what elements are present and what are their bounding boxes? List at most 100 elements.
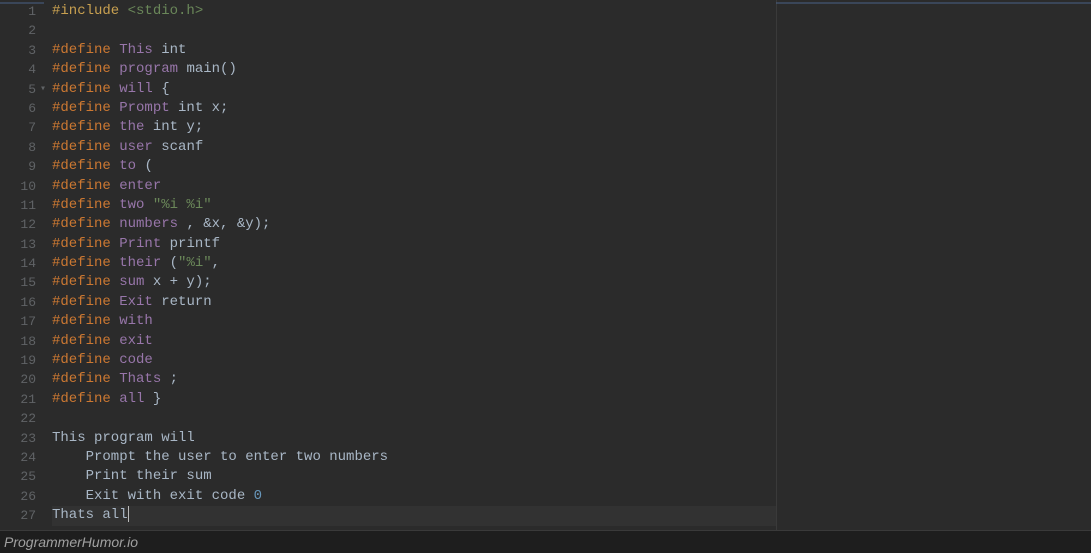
- line-number: 7: [0, 118, 36, 137]
- right-panel: [776, 0, 1091, 530]
- line-number: 6: [0, 99, 36, 118]
- line-number: 20: [0, 370, 36, 389]
- code-token: #define: [52, 255, 119, 271]
- code-token: #define: [52, 236, 119, 252]
- code-token: #define: [52, 42, 119, 58]
- code-line[interactable]: #define all }: [52, 390, 776, 409]
- code-token: #define: [52, 371, 119, 387]
- code-token: #define: [52, 294, 119, 310]
- code-line[interactable]: #define user scanf: [52, 138, 776, 157]
- watermark-text: ProgrammerHumor.io: [4, 534, 138, 550]
- code-token: int x;: [178, 100, 228, 116]
- code-token: with: [119, 313, 153, 329]
- line-number: 5: [0, 80, 36, 99]
- code-line[interactable]: This program will: [52, 429, 776, 448]
- code-token: (: [144, 158, 152, 174]
- code-line[interactable]: #define the int y;: [52, 118, 776, 137]
- line-number: 22: [0, 409, 36, 428]
- code-line[interactable]: ▾#define will {: [52, 80, 776, 99]
- code-token: This program will: [52, 430, 195, 446]
- line-number: 8: [0, 138, 36, 157]
- code-line[interactable]: #define This int: [52, 41, 776, 60]
- code-token: "%i": [178, 255, 212, 271]
- code-token: "%i %i": [153, 197, 212, 213]
- code-token: #define: [52, 178, 119, 194]
- fold-marker-icon[interactable]: ▾: [40, 80, 46, 99]
- line-number: 11: [0, 196, 36, 215]
- code-token: #define: [52, 313, 119, 329]
- code-token: Print their sum: [52, 468, 212, 484]
- code-area[interactable]: #include <stdio.h>#define This int#defin…: [44, 0, 776, 530]
- line-number-gutter: 1234567891011121314151617181920212223242…: [0, 0, 44, 530]
- line-number: 17: [0, 312, 36, 331]
- code-token: program: [119, 61, 186, 77]
- code-token: #include: [52, 3, 128, 19]
- code-line[interactable]: #define numbers , &x, &y);: [52, 215, 776, 234]
- code-token: #define: [52, 139, 119, 155]
- code-token: #define: [52, 197, 119, 213]
- line-number: 14: [0, 254, 36, 273]
- code-token: <stdio.h>: [128, 3, 204, 19]
- code-token: int: [161, 42, 186, 58]
- line-number: 4: [0, 60, 36, 79]
- line-number: 21: [0, 390, 36, 409]
- code-token: code: [119, 352, 153, 368]
- code-token: , &x, &y);: [186, 216, 270, 232]
- code-token: all: [119, 391, 153, 407]
- code-line[interactable]: #define code: [52, 351, 776, 370]
- code-token: x + y);: [153, 274, 212, 290]
- code-token: Prompt: [119, 100, 178, 116]
- code-token: will: [119, 81, 161, 97]
- code-token: printf: [170, 236, 220, 252]
- code-line[interactable]: #define Prompt int x;: [52, 99, 776, 118]
- line-number: 9: [0, 157, 36, 176]
- line-number: 12: [0, 215, 36, 234]
- code-token: #define: [52, 81, 119, 97]
- line-number: 2: [0, 21, 36, 40]
- code-line[interactable]: Prompt the user to enter two numbers: [52, 448, 776, 467]
- code-token: (: [170, 255, 178, 271]
- code-token: }: [153, 391, 161, 407]
- code-line[interactable]: #define their ("%i",: [52, 254, 776, 273]
- line-number: 18: [0, 332, 36, 351]
- code-token: user: [119, 139, 161, 155]
- code-token: Thats all: [52, 507, 128, 523]
- code-line[interactable]: [52, 409, 776, 428]
- code-line[interactable]: #define program main(): [52, 60, 776, 79]
- code-token: #define: [52, 216, 119, 232]
- code-token: enter: [119, 178, 161, 194]
- line-number: 3: [0, 41, 36, 60]
- code-token: the: [119, 119, 153, 135]
- code-line[interactable]: Print their sum: [52, 467, 776, 486]
- code-line[interactable]: #define sum x + y);: [52, 273, 776, 292]
- code-line[interactable]: #define Print printf: [52, 235, 776, 254]
- code-token: #define: [52, 333, 119, 349]
- code-line[interactable]: #define to (: [52, 157, 776, 176]
- code-token: Exit: [119, 294, 161, 310]
- code-token: {: [161, 81, 169, 97]
- code-line[interactable]: Exit with exit code 0: [52, 487, 776, 506]
- code-line[interactable]: #define Thats ;: [52, 370, 776, 389]
- code-line[interactable]: #define enter: [52, 177, 776, 196]
- code-token: their: [119, 255, 169, 271]
- line-number: 13: [0, 235, 36, 254]
- code-token: Exit with exit code: [52, 488, 254, 504]
- code-token: return: [161, 294, 211, 310]
- code-line[interactable]: #include <stdio.h>: [52, 2, 776, 21]
- code-token: numbers: [119, 216, 186, 232]
- code-token: Prompt the user to enter two numbers: [52, 449, 388, 465]
- code-token: #define: [52, 391, 119, 407]
- code-line[interactable]: [52, 21, 776, 40]
- code-line[interactable]: Thats all: [52, 506, 776, 525]
- code-line[interactable]: #define two "%i %i": [52, 196, 776, 215]
- code-line[interactable]: #define exit: [52, 332, 776, 351]
- code-token: scanf: [161, 139, 203, 155]
- code-token: #define: [52, 158, 119, 174]
- code-line[interactable]: #define Exit return: [52, 293, 776, 312]
- line-number: 25: [0, 467, 36, 486]
- code-token: #define: [52, 119, 119, 135]
- code-token: 0: [254, 488, 262, 504]
- code-token: #define: [52, 61, 119, 77]
- line-number: 27: [0, 506, 36, 525]
- code-line[interactable]: #define with: [52, 312, 776, 331]
